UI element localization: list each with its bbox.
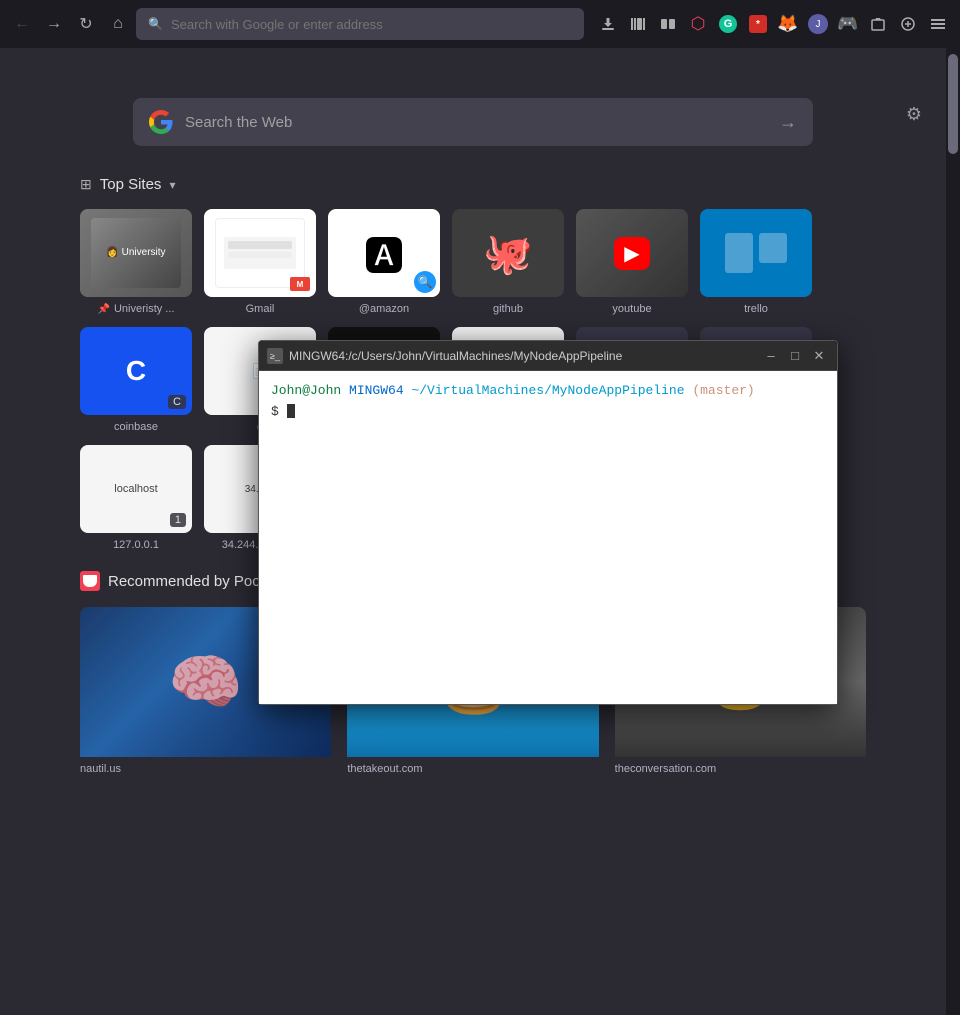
terminal-branch: (master) xyxy=(692,383,754,398)
site-label-localhost: 127.0.0.1 xyxy=(113,539,159,551)
article-domain-nautil: nautil.us xyxy=(80,757,331,777)
terminal-titlebar: ≥_ MINGW64:/c/Users/John/VirtualMachines… xyxy=(259,341,837,371)
terminal-app-icon: ≥_ xyxy=(267,348,283,364)
search-placeholder: Search the Web xyxy=(185,114,767,131)
site-tile-trello[interactable]: trello xyxy=(700,209,812,315)
lastpass-icon[interactable]: * xyxy=(744,10,772,38)
site-tile-university[interactable]: 👩 University 📌 Univeristy ... xyxy=(80,209,192,315)
top-sites-row-1: 👩 University 📌 Univeristy ... xyxy=(80,209,866,315)
back-button[interactable]: ← xyxy=(8,10,36,38)
terminal-minimize-button[interactable]: – xyxy=(761,347,781,365)
game-icon[interactable]: 🎮 xyxy=(834,10,862,38)
pocket-toolbar-icon[interactable]: ⬡ xyxy=(684,10,712,38)
site-thumb-github: 🐙 xyxy=(452,209,564,297)
pocket-title: Recommended by Pocket xyxy=(108,573,280,590)
terminal-title: MINGW64:/c/Users/John/VirtualMachines/My… xyxy=(289,349,755,363)
site-label-github: github xyxy=(493,303,523,315)
site-tile-github[interactable]: 🐙 github xyxy=(452,209,564,315)
article-domain-conversation: theconversation.com xyxy=(615,757,866,777)
search-box[interactable]: Search the Web → xyxy=(133,98,813,146)
top-sites-header: ⊞ Top Sites ▾ xyxy=(80,176,866,193)
terminal-prompt-user: John@John xyxy=(271,383,341,398)
article-domain-takeout: thetakeout.com xyxy=(347,757,598,777)
site-label-gmail: Gmail xyxy=(246,303,275,315)
terminal-maximize-button[interactable]: □ xyxy=(785,347,805,365)
google-logo xyxy=(149,110,173,134)
site-label-coinbase: coinbase xyxy=(114,421,158,433)
site-thumb-gmail: M xyxy=(204,209,316,297)
terminal-cursor-line: $ xyxy=(271,404,287,419)
site-label-youtube: youtube xyxy=(612,303,651,315)
site-tile-gmail[interactable]: M Gmail xyxy=(204,209,316,315)
address-input[interactable] xyxy=(171,17,572,32)
search-icon: 🔍 xyxy=(148,17,163,31)
home-button[interactable]: ⌂ xyxy=(104,10,132,38)
site-tile-coinbase[interactable]: C C coinbase xyxy=(80,327,192,433)
terminal-cursor xyxy=(287,404,295,418)
top-sites-title: Top Sites xyxy=(100,176,162,193)
site-thumb-university: 👩 University xyxy=(80,209,192,297)
site-thumb-coinbase: C C xyxy=(80,327,192,415)
site-tile-amazon[interactable]: 🅰 🔍 @amazon xyxy=(328,209,440,315)
reload-button[interactable]: ↻ xyxy=(72,10,100,38)
forward-button[interactable]: → xyxy=(40,10,68,38)
terminal-controls: – □ ✕ xyxy=(761,347,829,365)
top-sites-chevron[interactable]: ▾ xyxy=(169,178,175,192)
scrollbar-track[interactable] xyxy=(946,48,960,1015)
pocket-logo xyxy=(80,571,100,591)
site-thumb-trello xyxy=(700,209,812,297)
fox-icon[interactable]: 🦊 xyxy=(774,10,802,38)
terminal-path: ~/VirtualMachines/MyNodeAppPipeline xyxy=(411,383,684,398)
terminal-line-2: $ xyxy=(271,402,825,423)
search-container: Search the Web → xyxy=(0,48,946,146)
site-thumb-localhost: localhost 1 xyxy=(80,445,192,533)
address-bar[interactable]: 🔍 xyxy=(136,8,584,40)
search-arrow-icon[interactable]: → xyxy=(779,112,797,133)
site-label-university: 📌 Univeristy ... xyxy=(98,303,175,315)
extensions-icon[interactable] xyxy=(864,10,892,38)
scrollbar-thumb xyxy=(948,54,958,154)
site-tile-localhost[interactable]: localhost 1 127.0.0.1 xyxy=(80,445,192,551)
site-tile-youtube[interactable]: ▶ youtube xyxy=(576,209,688,315)
pin-icon: 📌 xyxy=(98,304,110,315)
top-sites-grid-icon: ⊞ xyxy=(80,176,92,193)
terminal-window[interactable]: ≥_ MINGW64:/c/Users/John/VirtualMachines… xyxy=(258,340,838,705)
terminal-line-1: John@John MINGW64 ~/VirtualMachines/MyNo… xyxy=(271,381,825,402)
avatar-icon[interactable]: J xyxy=(804,10,832,38)
menu-button[interactable] xyxy=(924,10,952,38)
library-icon[interactable] xyxy=(624,10,652,38)
site-thumb-youtube: ▶ xyxy=(576,209,688,297)
browser-toolbar: ← → ↻ ⌂ 🔍 xyxy=(0,0,960,48)
terminal-content: John@John MINGW64 ~/VirtualMachines/MyNo… xyxy=(259,371,837,704)
toolbar-icons: ⬡ G * 🦊 J 🎮 xyxy=(594,10,952,38)
reader-icon[interactable] xyxy=(654,10,682,38)
extensions2-icon[interactable] xyxy=(894,10,922,38)
terminal-env: MINGW64 xyxy=(349,383,404,398)
settings-gear-button[interactable]: ⚙ xyxy=(906,104,922,125)
site-label-amazon: @amazon xyxy=(359,303,409,315)
terminal-close-button[interactable]: ✕ xyxy=(809,347,829,365)
download-icon[interactable] xyxy=(594,10,622,38)
site-label-trello: trello xyxy=(744,303,768,315)
site-thumb-amazon: 🅰 🔍 xyxy=(328,209,440,297)
grammarly-icon[interactable]: G xyxy=(714,10,742,38)
